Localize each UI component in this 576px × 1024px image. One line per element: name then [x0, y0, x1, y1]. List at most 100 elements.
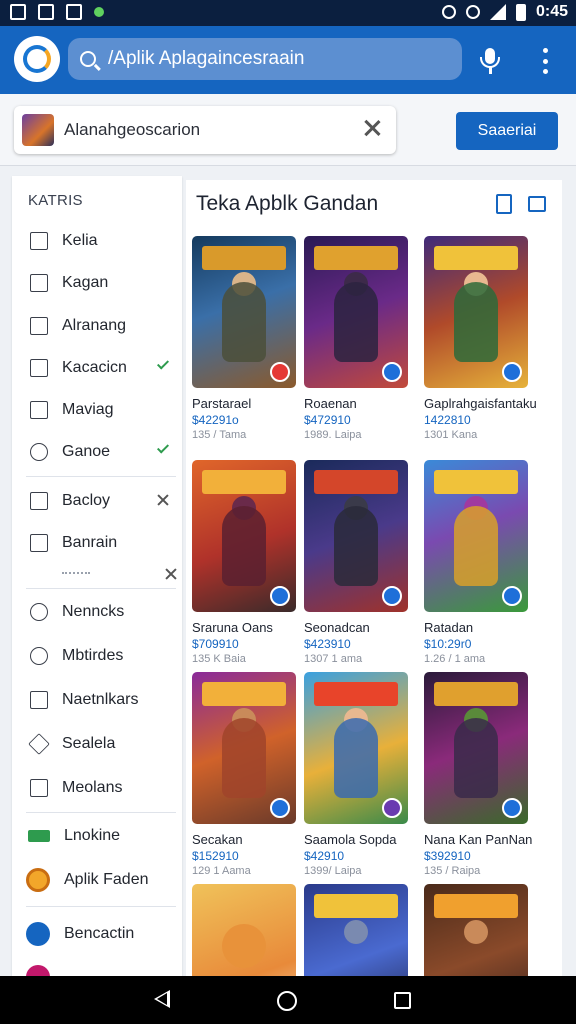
verified-badge-icon — [502, 362, 522, 382]
book-icon — [30, 534, 48, 552]
cover-banner — [434, 682, 518, 706]
app-price: $709910 — [192, 637, 239, 651]
query-thumbnail — [22, 114, 54, 146]
sidebar-item-label: Bencactin — [64, 925, 135, 942]
sidebar-item-11[interactable]: Sealela — [12, 725, 182, 763]
sidebar-item-label: Naetnlkars — [62, 691, 139, 708]
close-icon[interactable] — [156, 493, 170, 507]
sidebar-subitem[interactable] — [28, 564, 178, 584]
search-button[interactable]: Saaeriai — [456, 112, 558, 150]
app-bar: /Aplik Aplagaincesraain — [0, 26, 576, 94]
app-card[interactable]: Seonadcan $423910 1307 1 ama — [304, 460, 416, 665]
cover-figure — [334, 718, 378, 798]
app-cover — [304, 672, 408, 824]
app-card[interactable]: Sraruna Oans $709910 135 K Baia — [192, 460, 304, 665]
microphone-icon[interactable] — [480, 48, 500, 74]
frame-icon — [30, 691, 48, 709]
search-bar[interactable]: /Aplik Aplagaincesraain — [68, 38, 462, 80]
sidebar-item-2[interactable]: Alranang — [12, 307, 182, 345]
app-card[interactable]: Saamola Sopda $42910 1399/ Laipa — [304, 672, 416, 877]
app-card[interactable]: Ratadan $10:29r0 1.26 / 1 ama — [424, 460, 536, 665]
sidebar-item-5[interactable]: Ganoe — [12, 433, 182, 471]
close-icon[interactable] — [164, 567, 178, 581]
app-price: $423910 — [304, 637, 351, 651]
app-circle-icon — [26, 965, 50, 976]
sidebar-item-9[interactable]: Mbtirdes — [12, 637, 182, 675]
sidebar-item-label: Bacloy — [62, 492, 111, 509]
app-card[interactable]: Secakan $152910 129 1 Aama — [192, 672, 304, 877]
sidebar-item-8[interactable]: Nenncks — [12, 593, 182, 631]
app-name: Parstarael — [192, 396, 252, 411]
download-icon[interactable] — [496, 194, 512, 214]
app-price: $392910 — [424, 849, 471, 863]
bag-icon — [30, 274, 48, 292]
sidebar-item-15[interactable]: Bencactin — [12, 915, 182, 953]
app-price: $472910 — [304, 413, 351, 427]
clear-query-icon[interactable] — [364, 120, 380, 136]
query-chip[interactable]: Alanahgeoscarion — [14, 106, 396, 154]
status-bar: 0:45 — [0, 0, 576, 26]
verified-badge-icon — [270, 362, 290, 382]
cover-banner — [202, 682, 286, 706]
cover-figure — [334, 282, 378, 362]
search-input[interactable]: /Aplik Aplagaincesraain — [108, 48, 304, 70]
sidebar-item-4[interactable]: Maviag — [12, 391, 182, 429]
sidebar-item-partial[interactable] — [12, 958, 182, 976]
sidebar-item-3[interactable]: Kacacicn — [12, 349, 182, 387]
query-chip-text: Alanahgeoscarion — [64, 120, 201, 139]
home-icon[interactable] — [277, 991, 297, 1011]
sidebar-divider — [26, 588, 176, 589]
app-downloads: 129 1 Aama — [192, 865, 251, 877]
app-card[interactable]: Nana Kan PanNan $392910 135 / Raipa — [424, 672, 536, 877]
sidebar-heading: KATRIS — [28, 192, 83, 209]
verified-badge-icon — [382, 362, 402, 382]
app-downloads: 1307 1 ama — [304, 653, 363, 665]
verified-badge-icon — [502, 798, 522, 818]
cover-banner — [314, 470, 398, 494]
box-icon — [30, 401, 48, 419]
app-name: Seonadcan — [304, 620, 370, 635]
sidebar-item-10[interactable]: Naetnlkars — [12, 681, 182, 719]
app-circle-icon — [26, 922, 50, 946]
bluetooth-icon — [465, 5, 480, 19]
sidebar-item-7[interactable]: Banrain — [12, 524, 182, 562]
app-card[interactable]: Roaenan $472910 1989. Laipa — [304, 236, 416, 441]
check-icon — [156, 357, 170, 370]
back-icon[interactable] — [154, 990, 170, 1008]
sidebar-item-6[interactable]: Bacloy — [12, 482, 182, 520]
app-card[interactable] — [192, 884, 304, 976]
app-card[interactable] — [304, 884, 416, 976]
sidebar-item-label: Ganoe — [62, 443, 111, 460]
app-cover — [304, 236, 408, 388]
heart-icon — [30, 647, 48, 665]
sidebar-item-0[interactable]: Kelia — [12, 222, 182, 260]
share-icon[interactable] — [528, 196, 546, 212]
app-card[interactable] — [424, 884, 536, 976]
cover-banner — [314, 246, 398, 270]
sidebar-item-label: Lnokine — [64, 827, 121, 844]
sidebar-item-label: Aplik Faden — [64, 871, 149, 888]
app-cover — [424, 672, 528, 824]
cover-figure — [454, 506, 498, 586]
calendar-icon — [30, 317, 48, 335]
category-sidebar: KATRIS Kelia Kagan Alranang Kacacicn Mav… — [12, 176, 182, 976]
sidebar-item-label: Alranang — [62, 317, 127, 334]
app-card[interactable]: Gaplrahgaisfantakun 1422810 1301 Kana — [424, 236, 536, 441]
app-name: Nana Kan PanNan — [424, 832, 533, 847]
app-cover — [424, 236, 528, 388]
sidebar-item-14[interactable]: Aplik Faden — [12, 861, 182, 899]
app-logo[interactable] — [14, 36, 60, 82]
clock-icon — [30, 603, 48, 621]
app-price: 1422810 — [424, 413, 471, 427]
app-price: $42291o — [192, 413, 239, 427]
sidebar-item-1[interactable]: Kagan — [12, 264, 182, 302]
recent-apps-icon[interactable] — [394, 992, 411, 1009]
sidebar-divider — [26, 812, 176, 813]
more-options-icon[interactable] — [538, 48, 552, 74]
status-time: 0:45 — [535, 3, 568, 20]
app-cover — [304, 884, 408, 976]
cover-figure — [222, 506, 266, 586]
sidebar-item-13[interactable]: Lnokine — [12, 817, 182, 855]
sidebar-item-12[interactable]: Meolans — [12, 769, 182, 807]
app-card[interactable]: Parstarael $42291o 135 / Tama — [192, 236, 304, 441]
